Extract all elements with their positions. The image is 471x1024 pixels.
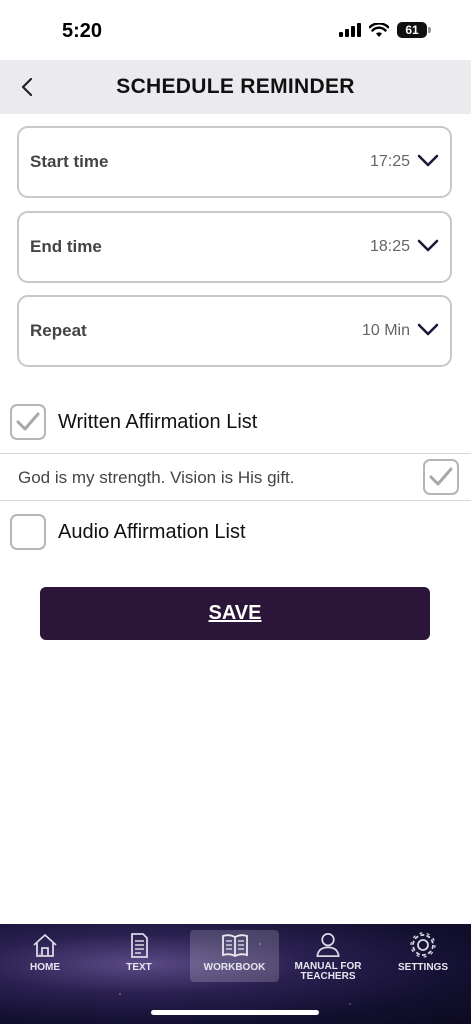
tab-home[interactable]: HOME xyxy=(2,930,88,982)
written-affirmation-checkbox[interactable] xyxy=(10,404,46,440)
tab-settings-label: SETTINGS xyxy=(397,962,448,973)
tab-manual-label: MANUAL FOR TEACHERS xyxy=(294,961,362,982)
cellular-signal-icon xyxy=(339,23,361,37)
gear-icon xyxy=(410,932,436,958)
repeat-value: 10 Min xyxy=(361,322,410,339)
document-icon xyxy=(131,933,148,958)
end-time-label: End time xyxy=(30,237,102,256)
book-icon xyxy=(221,934,248,958)
audio-affirmation-row: Audio Affirmation List xyxy=(0,514,471,550)
tab-manual-for-teachers[interactable]: MANUAL FOR TEACHERS xyxy=(285,930,371,982)
affirmation-checkbox[interactable] xyxy=(423,459,459,495)
battery-level: 61 xyxy=(397,22,427,38)
home-indicator xyxy=(151,1010,319,1015)
audio-affirmation-checkbox[interactable] xyxy=(10,514,46,550)
status-icons: 61 xyxy=(339,22,431,38)
chevron-down-icon xyxy=(417,239,439,252)
start-time-field[interactable]: Start time 17:25 xyxy=(17,126,452,198)
affirmation-item[interactable]: God is my strength. Vision is His gift. xyxy=(0,453,471,501)
page-title: SCHEDULE REMINDER xyxy=(116,75,355,98)
save-button[interactable]: SAVE xyxy=(40,587,430,640)
tab-workbook[interactable]: WORKBOOK xyxy=(190,930,279,982)
start-time-value: 17:25 xyxy=(369,153,410,170)
chevron-down-icon xyxy=(417,323,439,336)
affirmation-text: God is my strength. Vision is His gift. xyxy=(18,468,295,487)
tab-home-label: HOME xyxy=(30,962,60,973)
audio-affirmation-label: Audio Affirmation List xyxy=(58,520,246,543)
tab-settings[interactable]: SETTINGS xyxy=(380,930,466,982)
wifi-icon xyxy=(369,22,389,37)
repeat-label: Repeat xyxy=(30,321,87,340)
repeat-field[interactable]: Repeat 10 Min xyxy=(17,295,452,367)
battery-icon: 61 xyxy=(397,22,431,38)
written-affirmation-row: Written Affirmation List xyxy=(0,404,471,440)
start-time-label: Start time xyxy=(30,152,109,171)
checkmark-icon xyxy=(429,467,453,486)
end-time-value: 18:25 xyxy=(369,238,410,255)
status-time: 5:20 xyxy=(62,20,103,42)
status-bar: 5:20 61 xyxy=(0,0,471,60)
end-time-field[interactable]: End time 18:25 xyxy=(17,211,452,283)
tab-text-label: TEXT xyxy=(126,962,152,973)
person-icon xyxy=(316,932,340,957)
home-icon xyxy=(33,934,57,957)
tab-bar: HOME TEXT WORKBOOK MANUAL FOR TEACHERS S… xyxy=(0,924,471,1024)
chevron-down-icon xyxy=(417,154,439,167)
written-affirmation-label: Written Affirmation List xyxy=(58,410,258,433)
tab-workbook-label: WORKBOOK xyxy=(203,962,266,973)
checkmark-icon xyxy=(16,412,40,431)
header: SCHEDULE REMINDER xyxy=(0,60,471,114)
tab-text[interactable]: TEXT xyxy=(96,930,182,982)
